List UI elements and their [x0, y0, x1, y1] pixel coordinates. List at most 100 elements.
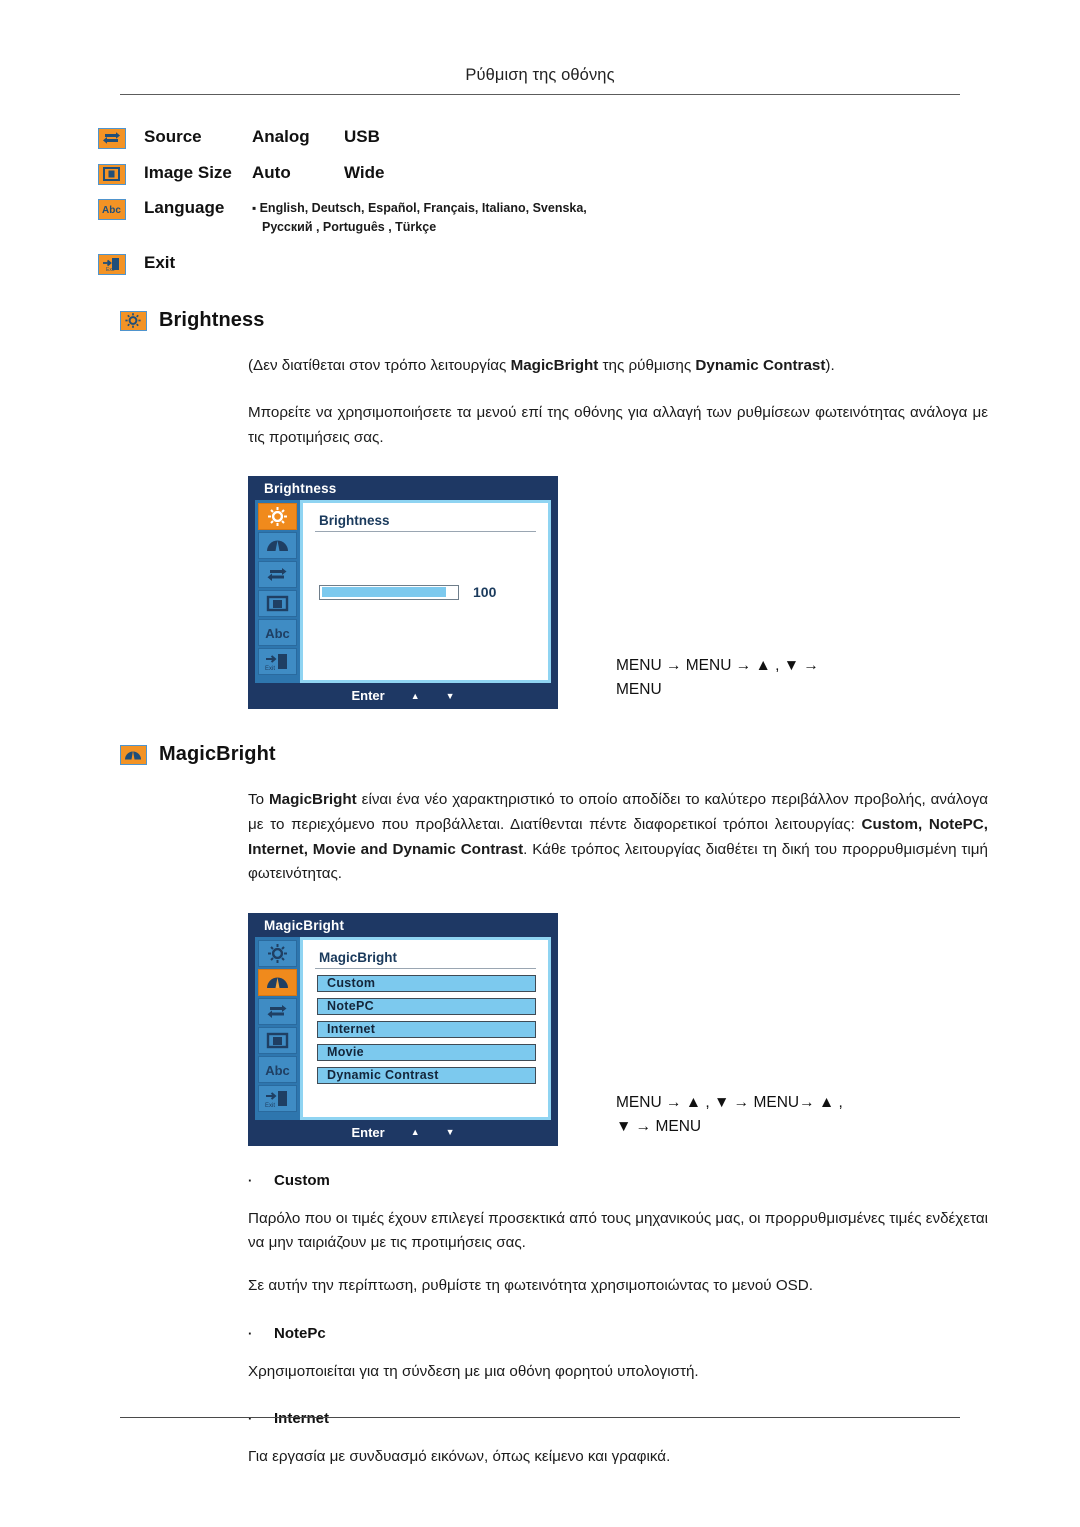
language-list: ▪ English, Deutsch, Español, Français, I… [252, 196, 587, 237]
brightness-figure-row: Brightness Abc Exit Brightness 100 Enter… [248, 476, 960, 710]
brightness-key-sequence: MENU → MENU → ▲ , ▼ → MENU [616, 476, 819, 702]
page-title: Ρύθμιση της οθόνης [465, 66, 615, 84]
brightness-note: (Δεν διατίθεται στον τρόπο λειτουργίας M… [248, 354, 988, 379]
magicbright-osd-body: Abc Exit MagicBright Custom NotePC Inter… [248, 936, 558, 1120]
brightness-osd-panel: Brightness 100 [300, 500, 551, 684]
svg-text:Exit: Exit [265, 666, 275, 672]
svg-text:Exit: Exit [106, 267, 115, 273]
source-icon [98, 128, 126, 149]
legend-value-usb: USB [344, 127, 380, 146]
brightness-key-sequence-line2: MENU [616, 681, 662, 699]
language-line-2: Русский , Português , Türkçe [262, 220, 437, 235]
brightness-slider-row: 100 [315, 584, 536, 600]
brightness-key-sequence-line1: MENU → MENU → ▲ , ▼ → [616, 657, 819, 675]
legend-value-analog: Analog [252, 127, 310, 146]
language-line-1: English, Deutsch, Español, Français, Ita… [259, 201, 587, 216]
header-divider [120, 94, 960, 95]
bullet-custom: · Custom [248, 1172, 960, 1189]
magicbright-figure-row: MagicBright Abc Exit MagicBright Custom … [248, 912, 960, 1146]
legend-row-source: Source Analog USB [98, 125, 1080, 150]
svg-text:Exit: Exit [265, 1103, 275, 1109]
magicbright-mode-dynamic-contrast[interactable]: Dynamic Contrast [317, 1066, 536, 1084]
osd-enter-label[interactable]: Enter [351, 688, 384, 703]
osd-sidebar-source-icon[interactable] [258, 997, 297, 1025]
bullet-internet: · Internet [248, 1410, 960, 1427]
bullet-label-notepc: NotePc [274, 1324, 326, 1342]
legend-label-source: Source [144, 127, 202, 146]
brightness-osd-footer: Enter ▲ ▼ [248, 683, 558, 709]
magicbright-mode-movie[interactable]: Movie [317, 1043, 536, 1061]
osd-sidebar-language-icon[interactable]: Abc [258, 619, 297, 647]
osd-up-arrow-icon[interactable]: ▲ [411, 1127, 420, 1137]
osd-sidebar-exit-icon[interactable]: Exit [258, 1084, 297, 1112]
magicbright-key-sequence-line2: ▼ → MENU [616, 1117, 702, 1135]
osd-sidebar-brightness-icon[interactable] [258, 939, 297, 967]
magicbright-mode-list: Custom NotePC Internet Movie Dynamic Con… [315, 974, 536, 1084]
brightness-osd-title: Brightness [264, 481, 337, 497]
custom-paragraph-2: Σε αυτήν την περίπτωση, ρυθμίστε τη φωτε… [248, 1277, 813, 1295]
magicbright-osd: MagicBright Abc Exit MagicBright Custom … [248, 912, 558, 1146]
osd-down-arrow-icon[interactable]: ▼ [446, 691, 455, 701]
brightness-osd-sidebar: Abc Exit [255, 500, 300, 684]
language-icon: Abc [98, 199, 126, 221]
footer-divider [120, 1417, 960, 1418]
osd-sidebar-source-icon[interactable] [258, 561, 297, 589]
legend-value-wide: Wide [344, 162, 385, 182]
bullet-dot-icon: · [248, 1411, 253, 1427]
legend-label-exit: Exit [144, 252, 176, 272]
brightness-paragraph: Μπορείτε να χρησιμοποιήσετε τα μενού επί… [248, 404, 988, 446]
osd-sidebar-image-size-icon[interactable] [258, 1026, 297, 1054]
manual-page: Ρύθμιση της οθόνης Source Analog USB Ima… [0, 0, 1080, 1527]
brightness-value: 100 [473, 584, 497, 601]
svg-text:Abc: Abc [265, 1063, 290, 1078]
bullet-label-custom: Custom [274, 1171, 330, 1189]
magicbright-mode-internet[interactable]: Internet [317, 1020, 536, 1038]
magicbright-paragraph: Το MagicBright είναι ένα νέο χαρακτηριστ… [248, 791, 988, 883]
exit-icon: Exit [98, 253, 126, 275]
magicbright-osd-footer: Enter ▲ ▼ [248, 1120, 558, 1146]
osd-sidebar-magicbright-icon[interactable] [258, 968, 297, 996]
osd-enter-label[interactable]: Enter [351, 1125, 384, 1140]
brightness-osd: Brightness Abc Exit Brightness 100 Enter… [248, 476, 558, 710]
osd-sidebar-image-size-icon[interactable] [258, 590, 297, 618]
magicbright-section: MagicBright Το MagicBright είναι ένα νέο… [0, 743, 1080, 1470]
brightness-title: Brightness [159, 309, 265, 332]
magicbright-mode-custom[interactable]: Custom [317, 974, 536, 992]
magicbright-key-sequence-line1: MENU → ▲ , ▼ → MENU→ ▲ , [616, 1093, 843, 1111]
brightness-slider-fill [321, 587, 446, 598]
legend-label-image-size: Image Size [144, 162, 232, 182]
notepc-paragraph: Χρησιμοποιείται για τη σύνδεση με μια οθ… [248, 1362, 699, 1380]
image-size-icon [98, 163, 126, 185]
magicbright-title: MagicBright [159, 743, 276, 766]
magicbright-key-sequence: MENU → ▲ , ▼ → MENU→ ▲ , ▼ → MENU [616, 913, 843, 1139]
legend-row-image-size: Image Size Auto Wide [98, 161, 1080, 186]
brightness-osd-panel-title: Brightness [315, 513, 536, 533]
magicbright-osd-panel: MagicBright Custom NotePC Internet Movie… [300, 936, 551, 1120]
brightness-osd-body: Abc Exit Brightness 100 [248, 500, 558, 684]
magicbright-mode-notepc[interactable]: NotePC [317, 997, 536, 1015]
brightness-section: Brightness (Δεν διατίθεται στον τρόπο λε… [0, 309, 1080, 710]
brightness-heading-row: Brightness [120, 309, 960, 332]
osd-sidebar-brightness-icon[interactable] [258, 503, 297, 531]
brightness-slider[interactable] [319, 584, 459, 600]
bullet-dot-icon: · [248, 1325, 253, 1341]
osd-up-arrow-icon[interactable]: ▲ [411, 691, 420, 701]
brightness-icon [120, 310, 147, 331]
svg-text:Abc: Abc [265, 626, 290, 641]
bullet-dot-icon: · [248, 1172, 253, 1188]
osd-menu-legend: Source Analog USB Image Size Auto Wide A… [98, 125, 1080, 275]
svg-text:Abc: Abc [102, 205, 121, 216]
legend-row-language: Abc Language ▪ English, Deutsch, Español… [98, 196, 1080, 237]
magicbright-icon [120, 744, 147, 765]
legend-row-exit: Exit Exit [98, 251, 1080, 276]
bullet-notepc: · NotePc [248, 1325, 960, 1342]
osd-sidebar-language-icon[interactable]: Abc [258, 1055, 297, 1083]
brightness-note-text: (Δεν διατίθεται στον τρόπο λειτουργίας M… [248, 357, 835, 375]
legend-value-auto: Auto [252, 162, 291, 182]
osd-down-arrow-icon[interactable]: ▼ [446, 1127, 455, 1137]
legend-label-language: Language [144, 198, 225, 218]
magicbright-osd-panel-title: MagicBright [315, 950, 536, 969]
magicbright-osd-title: MagicBright [264, 917, 345, 933]
osd-sidebar-exit-icon[interactable]: Exit [258, 648, 297, 676]
osd-sidebar-magicbright-icon[interactable] [258, 532, 297, 560]
